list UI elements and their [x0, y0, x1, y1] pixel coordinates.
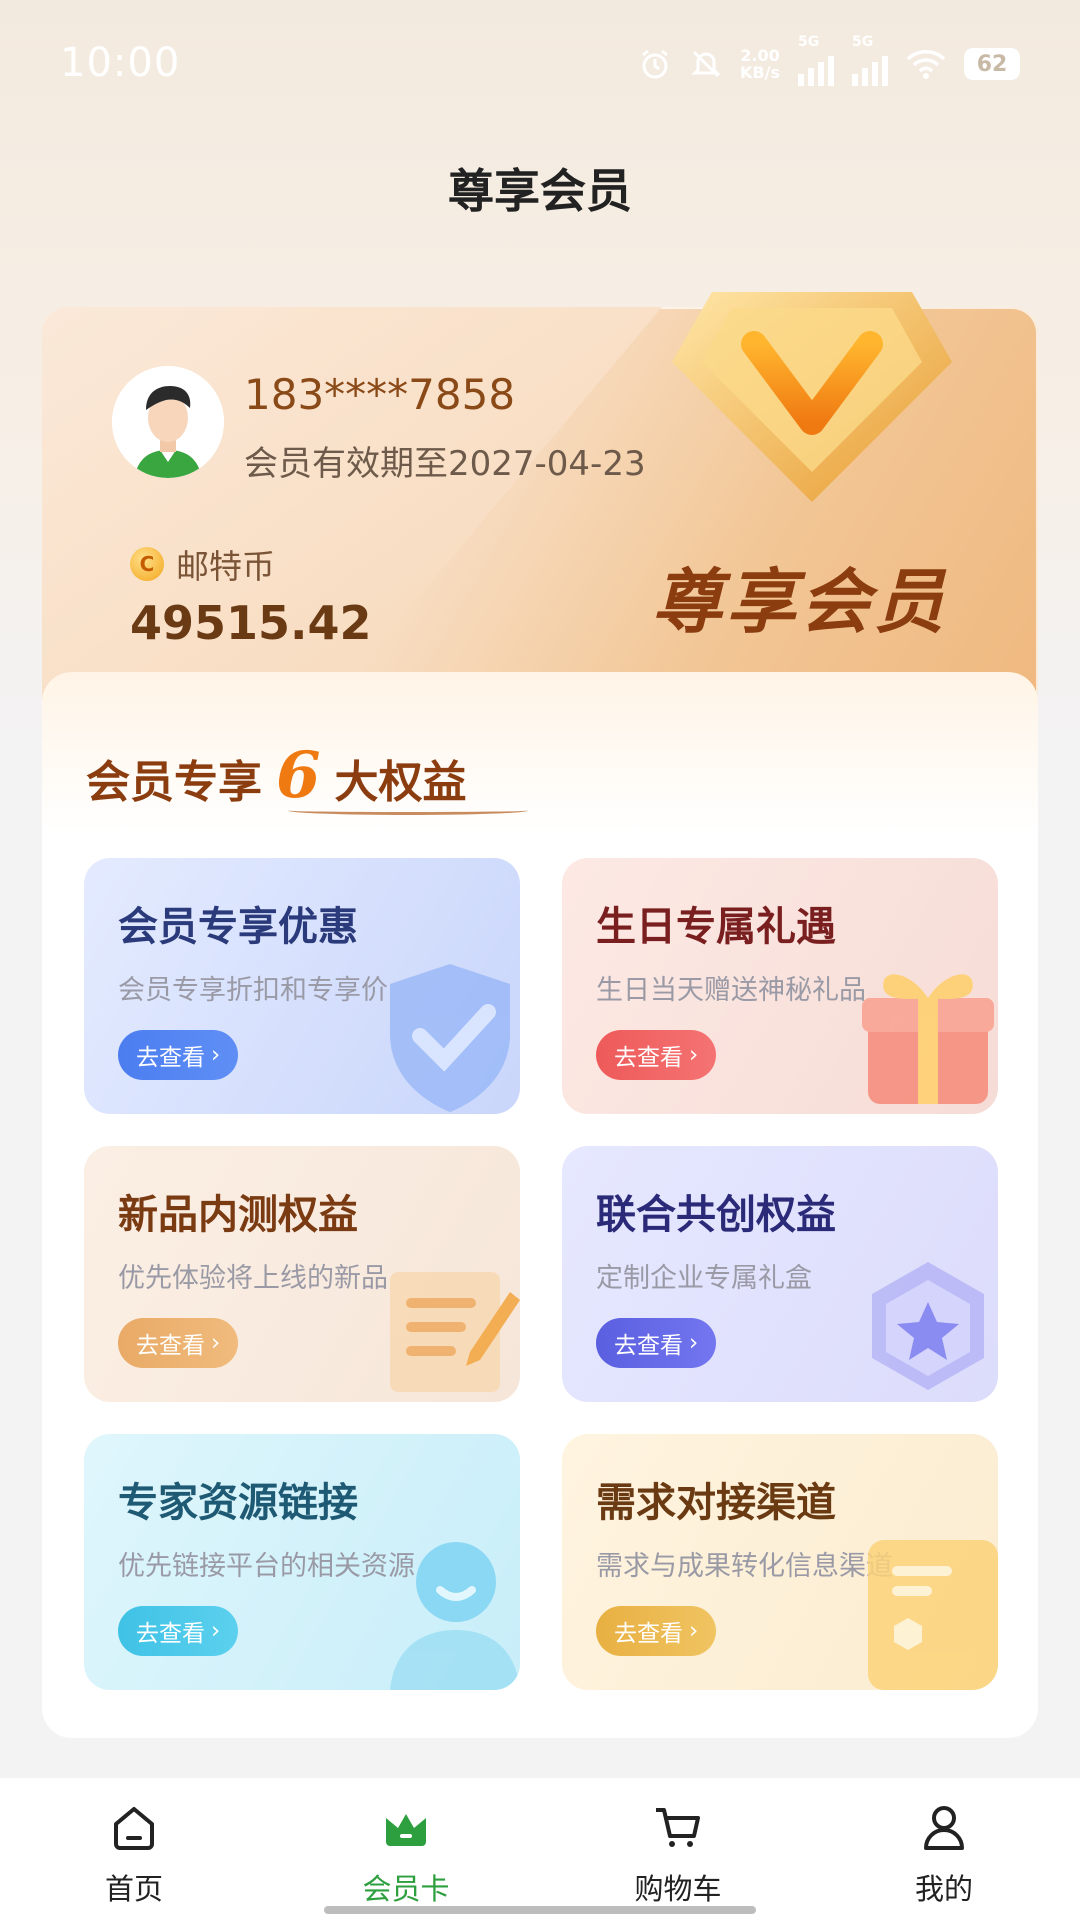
- tab-home[interactable]: 首页: [54, 1800, 214, 1908]
- bottom-tab-bar: 首页 会员卡 购物车 我的: [0, 1778, 1080, 1920]
- diamond-v-icon: [672, 292, 952, 502]
- benefit-card-birthday[interactable]: 生日专属礼遇 生日当天赠送神秘礼品 去查看 ›: [562, 858, 998, 1114]
- title-underline: [288, 806, 528, 815]
- battery-icon: 62: [964, 48, 1020, 80]
- signal-5g-1-icon: 5G: [798, 34, 834, 86]
- chevron-right-icon: ›: [211, 1330, 221, 1356]
- chevron-right-icon: ›: [211, 1042, 221, 1068]
- mute-bell-icon: [691, 50, 721, 78]
- signal-5g-2-icon: 5G: [852, 34, 888, 86]
- tab-mine[interactable]: 我的: [864, 1800, 1024, 1908]
- chevron-right-icon: ›: [689, 1042, 699, 1068]
- view-button[interactable]: 去查看 ›: [596, 1030, 717, 1080]
- view-button[interactable]: 去查看 ›: [118, 1030, 239, 1080]
- tab-cart[interactable]: 购物车: [598, 1800, 758, 1908]
- view-button[interactable]: 去查看 ›: [596, 1606, 717, 1656]
- home-indicator[interactable]: [324, 1906, 756, 1914]
- alarm-icon: [642, 49, 668, 79]
- gift-icon: [862, 974, 994, 1104]
- tab-member-card[interactable]: 会员卡: [326, 1800, 486, 1908]
- benefits-panel: 会员专享 6 大权益 会员专享优惠 会员专享折扣和专享价 去查看 › 生日专属礼遇…: [42, 672, 1038, 1738]
- coin-label: 邮特币: [176, 547, 275, 586]
- coin-balance: 49515.42: [130, 596, 372, 650]
- avatar[interactable]: [112, 366, 224, 478]
- member-expiry: 会员有效期至2027-04-23: [244, 444, 646, 484]
- benefits-title: 会员专享 6 大权益: [86, 738, 467, 813]
- coin-row: C 邮特币: [130, 540, 275, 588]
- view-button[interactable]: 去查看 ›: [118, 1606, 239, 1656]
- benefit-card-beta[interactable]: 新品内测权益 优先体验将上线的新品 去查看 ›: [84, 1146, 520, 1402]
- document-pen-icon: [390, 1272, 520, 1392]
- benefit-card-demand[interactable]: 需求对接渠道 需求与成果转化信息渠道 去查看 ›: [562, 1434, 998, 1690]
- star-badge-icon: [872, 1262, 984, 1390]
- benefit-card-expert[interactable]: 专家资源链接 优先链接平台的相关资源 去查看 ›: [84, 1434, 520, 1690]
- view-button[interactable]: 去查看 ›: [596, 1318, 717, 1368]
- member-phone: 183****7858: [244, 370, 516, 419]
- view-button[interactable]: 去查看 ›: [118, 1318, 239, 1368]
- page-title: 尊享会员: [448, 164, 632, 218]
- chevron-right-icon: ›: [211, 1618, 221, 1644]
- status-time: 10:00: [60, 40, 181, 86]
- benefit-card-discount[interactable]: 会员专享优惠 会员专享折扣和专享价 去查看 ›: [84, 858, 520, 1114]
- chevron-right-icon: ›: [689, 1330, 699, 1356]
- coin-icon: C: [130, 547, 164, 581]
- home-icon: [114, 1807, 154, 1850]
- user-icon: [924, 1806, 964, 1850]
- status-bar: 10:00 2.00 KB/s 5G 5G 62: [0, 0, 1080, 130]
- net-speed: 2.00 KB/s: [740, 46, 780, 82]
- crown-icon: [386, 1814, 426, 1846]
- status-icons: 2.00 KB/s 5G 5G 62: [638, 34, 1020, 86]
- chevron-right-icon: ›: [689, 1618, 699, 1644]
- wifi-icon: [906, 50, 946, 79]
- benefit-card-cocreate[interactable]: 联合共创权益 定制企业专属礼盒 去查看 ›: [562, 1146, 998, 1402]
- benefits-count: 6: [276, 738, 321, 813]
- avatar-illustration-icon: [112, 366, 224, 478]
- cart-icon: [656, 1808, 700, 1847]
- person-icon: [390, 1542, 520, 1690]
- card-brand-text: 尊享会员: [652, 561, 948, 643]
- shield-check-icon: [390, 964, 510, 1112]
- card-icon: [868, 1540, 998, 1690]
